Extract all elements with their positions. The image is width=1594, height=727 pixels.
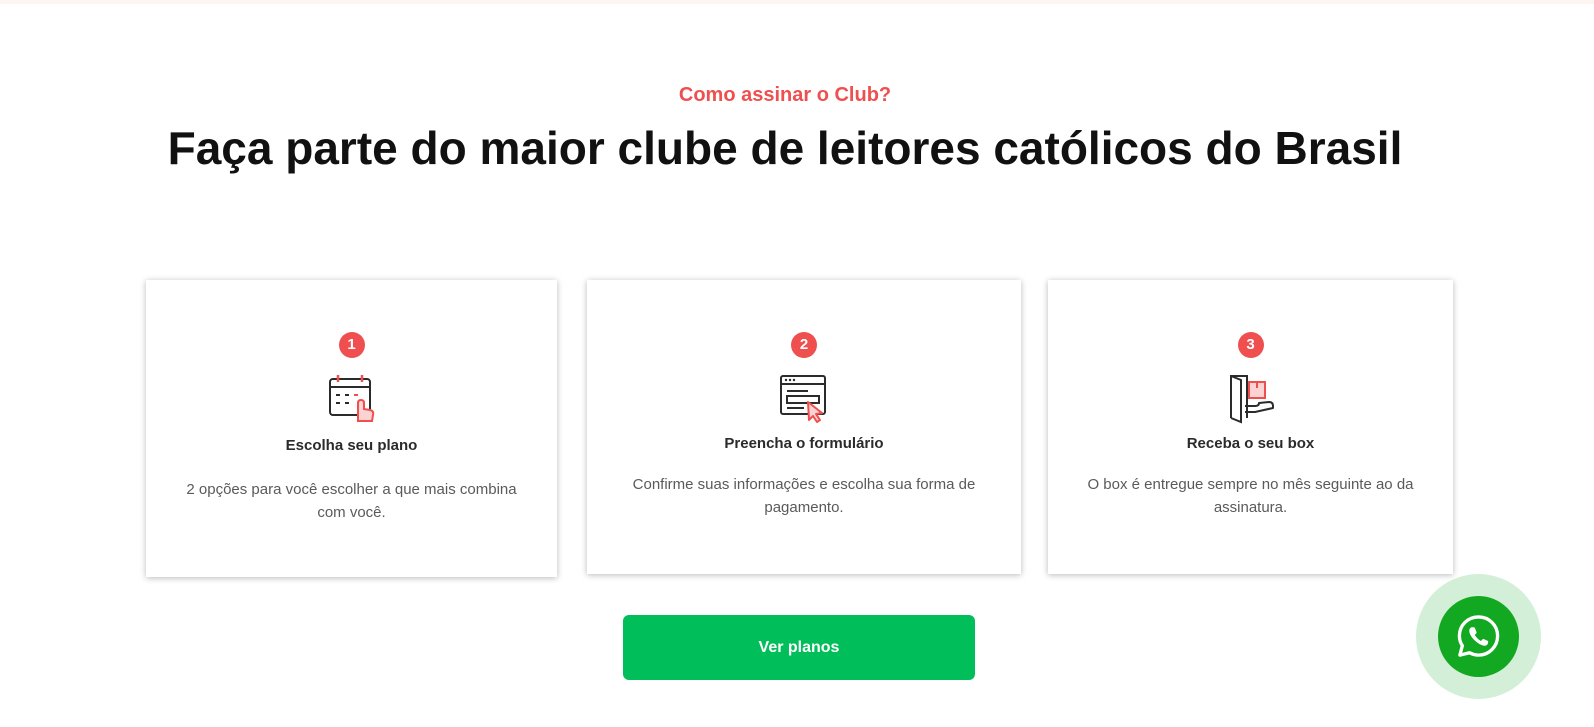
section-headline: Faça parte do maior clube de leitores ca…	[167, 122, 1403, 174]
top-strip	[0, 0, 1594, 4]
step-number-badge: 1	[338, 332, 365, 358]
step-title: Escolha seu plano	[285, 437, 418, 454]
whatsapp-button[interactable]	[1416, 574, 1541, 699]
step-title: Receba o seu box	[1186, 435, 1315, 452]
step-card-1: 1 Escolha seu plano 2 opções para você e…	[146, 280, 557, 577]
step-number-badge: 2	[791, 332, 817, 358]
calendar-click-icon	[326, 373, 378, 425]
browser-form-icon	[778, 372, 830, 424]
ver-planos-button[interactable]: Ver planos	[623, 615, 975, 680]
page: Como assinar o Club? Faça parte do maior…	[0, 0, 1594, 727]
step-title: Preencha o formulário	[724, 435, 884, 452]
step-description: Confirme suas informações e escolha sua …	[632, 476, 976, 516]
step-card-2: 2 Preencha o formulário Confirme suas in…	[587, 280, 1021, 574]
box-delivery-icon	[1225, 372, 1277, 424]
step-description: O box é entregue sempre no mês seguinte …	[1087, 476, 1414, 516]
step-card-3: 3 Receba o seu box O box é entregue semp…	[1048, 280, 1453, 574]
whatsapp-icon	[1457, 615, 1500, 657]
step-number-badge: 3	[1237, 332, 1264, 358]
section-eyebrow: Como assinar o Club?	[678, 84, 892, 106]
whatsapp-button-core[interactable]	[1438, 596, 1519, 677]
step-description: 2 opções para você escolher a que mais c…	[186, 481, 517, 521]
